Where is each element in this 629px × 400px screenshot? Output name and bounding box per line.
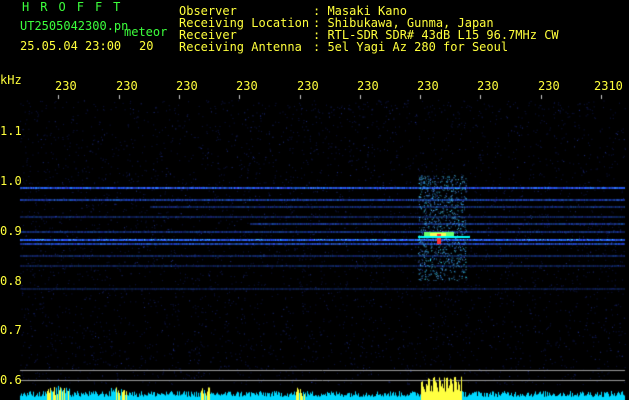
y-tick-label: 1.0 [0, 174, 22, 188]
info-labels: Observer Receiving Location Receiver Rec… [179, 5, 309, 53]
x-tick-label: 230 [55, 79, 77, 93]
x-tick-label: 230 [297, 79, 319, 93]
station-letter: T [113, 0, 121, 14]
station-letter: O [58, 0, 66, 14]
observation-datetime: 25.05.04 23:00 [20, 39, 122, 53]
station-letter: F [94, 0, 103, 14]
station-letter: H [22, 0, 30, 14]
meteor-count: 20 [139, 39, 154, 53]
antenna-value: : 5el Yagi Az 280 for Seoul [313, 40, 509, 54]
x-tick-label: 2310 [594, 79, 623, 93]
meteor-label: meteor [124, 25, 168, 39]
y-tick-label: 1.1 [0, 124, 22, 138]
waterfall-spectrogram [0, 0, 629, 400]
station-letter: R [40, 0, 48, 14]
station-code: H R O F F T [22, 0, 120, 14]
x-tick-label: 230 [357, 79, 379, 93]
y-tick-label: 0.7 [0, 323, 22, 337]
x-tick-label: 230 [176, 79, 198, 93]
antenna-label: Receiving Antenna [179, 40, 302, 54]
x-tick-label: 230 [538, 79, 560, 93]
y-tick-label: 0.6 [0, 373, 22, 387]
x-tick-label: 230 [417, 79, 439, 93]
x-tick-label: 230 [236, 79, 258, 93]
x-tick-label: 230 [116, 79, 138, 93]
image-filename: UT2505042300.pn [20, 19, 129, 33]
station-letter: F [76, 0, 84, 14]
y-tick-label: 0.8 [0, 274, 22, 288]
y-axis-unit: kHz [0, 73, 22, 87]
info-values: : Masaki Kano : Shibukawa, Gunma, Japan … [313, 5, 559, 53]
x-tick-label: 230 [477, 79, 499, 93]
y-tick-label: 0.9 [0, 224, 22, 238]
